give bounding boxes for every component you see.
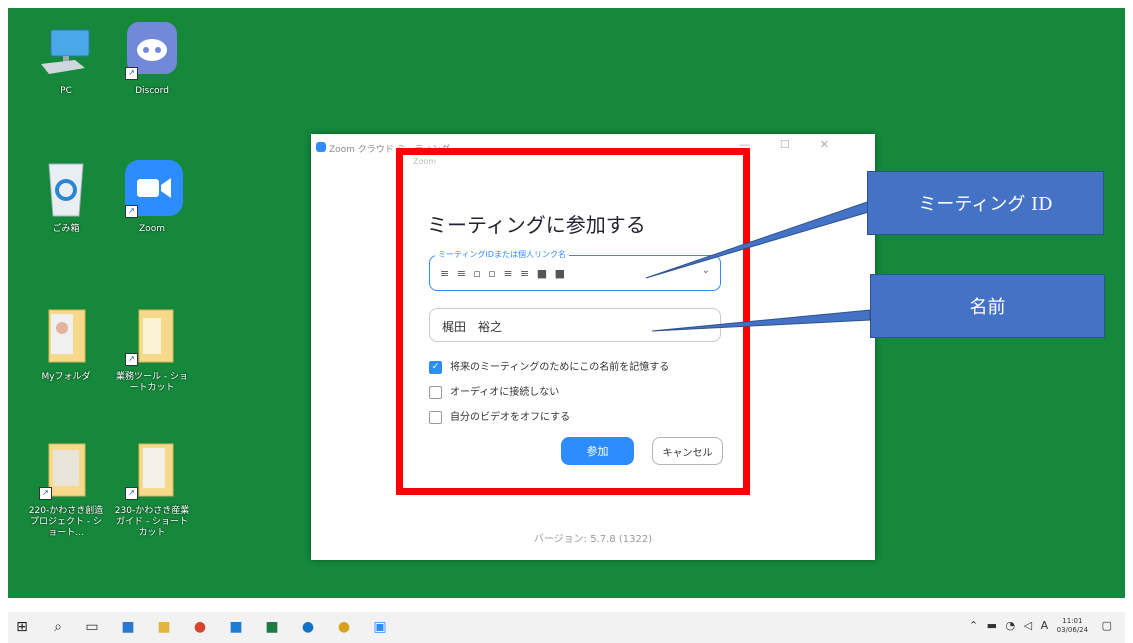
meeting-id-label: ミーティングIDまたは個人リンク名	[435, 249, 570, 260]
meeting-id-callout: ミーティング ID	[867, 171, 1104, 235]
discord-icon: ↗	[121, 20, 183, 82]
taskbar: ⊞ ⌕ ▭ ■ ■ ● ■ ■ ● ● ▣ ⌃ ▬ ◔ ◁ A 11:01 03…	[8, 612, 1125, 643]
desktop-icon-recycle-bin[interactable]: ごみ箱	[26, 158, 106, 235]
clock-time: 11:01	[1062, 617, 1083, 625]
desktop-icon-label: Discord	[135, 86, 169, 96]
folder-icon: ↗	[121, 306, 183, 368]
outlook-icon[interactable]: ■	[228, 619, 244, 635]
shortcut-arrow-icon: ↗	[125, 67, 138, 80]
option-label: 将来のミーティングのためにこの名前を記憶する	[450, 362, 670, 373]
chrome-icon[interactable]: ●	[336, 619, 352, 635]
notification-icon[interactable]: ▢	[1102, 619, 1112, 632]
desktop-icon-guide-folder[interactable]: ↗ 230-かわさき産業ガイド - ショートカット	[112, 440, 192, 539]
search-icon[interactable]: ⌕	[50, 619, 66, 635]
explorer-icon[interactable]: ■	[156, 619, 172, 635]
name-input[interactable]: 梶田 裕之	[429, 308, 721, 342]
desktop-icon-label: 業務ツール - ショートカット	[116, 372, 188, 393]
desktop-icon-label: 220-かわさき創造プロジェクト - ショート...	[28, 506, 104, 538]
cancel-button[interactable]: キャンセル	[652, 437, 723, 465]
remember-name-checkbox[interactable]: ✓ 将来のミーティングのためにこの名前を記憶する	[429, 358, 669, 374]
callout-label: 名前	[969, 297, 1006, 318]
name-callout: 名前	[870, 274, 1105, 338]
system-tray: ⌃ ▬ ◔ ◁ A 11:01 03/06/24 ▢	[969, 617, 1117, 635]
option-label: 自分のビデオをオフにする	[450, 412, 571, 423]
folder-icon: ↗	[121, 440, 183, 502]
checkbox-icon[interactable]	[429, 410, 442, 424]
app-icon[interactable]: ■	[120, 619, 136, 635]
clock[interactable]: 11:01 03/06/24	[1057, 617, 1093, 635]
desktop-icon-label: ごみ箱	[52, 224, 80, 234]
desktop-icon-label: 230-かわさき産業ガイド - ショートカット	[114, 506, 190, 538]
desktop-icon-label: PC	[60, 86, 72, 96]
dialog-titlebar: Zoom	[413, 157, 437, 166]
zoom-icon: ↗	[121, 158, 183, 220]
folder-icon	[35, 306, 97, 368]
desktop-icon-discord[interactable]: ↗ Discord	[112, 20, 192, 97]
clock-date: 03/06/24	[1056, 626, 1089, 634]
meeting-id-input[interactable]: ≡ ≡ ▫ ▫ ≡ ≡ ■ ■ ⌄	[429, 255, 721, 291]
join-meeting-dialog: Zoom ミーティングに参加する ミーティングIDまたは個人リンク名 ≡ ≡ ▫…	[401, 152, 746, 492]
pc-icon	[35, 20, 97, 82]
desktop-icon-tools-folder[interactable]: ↗ 業務ツール - ショートカット	[112, 306, 192, 394]
desktop-icon-zoom[interactable]: ↗ Zoom	[112, 158, 192, 235]
dialog-title: ミーティングに参加する	[427, 213, 646, 237]
option-label: オーディオに接続しない	[450, 387, 560, 398]
callout-label: ミーティング ID	[918, 194, 1053, 215]
shortcut-arrow-icon: ↗	[125, 205, 138, 218]
shortcut-arrow-icon: ↗	[39, 487, 52, 500]
desktop-icon-pc[interactable]: PC	[26, 20, 106, 97]
window-controls[interactable]: —☐✕	[739, 138, 859, 151]
no-audio-checkbox[interactable]: オーディオに接続しない	[429, 383, 559, 399]
video-off-checkbox[interactable]: 自分のビデオをオフにする	[429, 408, 570, 424]
desktop-icon-my-folder[interactable]: Myフォルダ	[26, 306, 106, 383]
app-icon[interactable]: ●	[192, 619, 208, 635]
shortcut-arrow-icon: ↗	[125, 353, 138, 366]
zoom-app-icon	[316, 142, 326, 152]
version-label: バージョン: 5.7.8 (1322)	[533, 534, 653, 545]
network-icon[interactable]: ▬	[987, 619, 997, 632]
name-value: 梶田 裕之	[442, 320, 503, 334]
volume-icon[interactable]: ◁	[1024, 619, 1032, 632]
desktop-icon-project-folder[interactable]: ↗ 220-かわさき創造プロジェクト - ショート...	[26, 440, 106, 539]
shortcut-arrow-icon: ↗	[125, 487, 138, 500]
recycle-bin-icon	[35, 158, 97, 220]
wifi-icon[interactable]: ◔	[1006, 619, 1016, 632]
zoom-taskbar-icon[interactable]: ▣	[372, 619, 388, 635]
chevron-down-icon[interactable]: ⌄	[702, 265, 710, 276]
folder-icon: ↗	[35, 440, 97, 502]
meeting-id-value: ≡ ≡ ▫ ▫ ≡ ≡ ■ ■	[440, 267, 568, 280]
chevron-up-icon[interactable]: ⌃	[969, 619, 978, 632]
desktop-icon-label: Myフォルダ	[41, 372, 91, 382]
start-icon[interactable]: ⊞	[14, 619, 30, 635]
ime-indicator[interactable]: A	[1041, 619, 1049, 632]
join-button[interactable]: 参加	[561, 437, 634, 465]
edge-icon[interactable]: ●	[300, 619, 316, 635]
task-view-icon[interactable]: ▭	[84, 619, 100, 635]
checkbox-checked-icon[interactable]: ✓	[429, 360, 442, 374]
checkbox-icon[interactable]	[429, 385, 442, 399]
excel-icon[interactable]: ■	[264, 619, 280, 635]
desktop-icon-label: Zoom	[139, 224, 165, 234]
